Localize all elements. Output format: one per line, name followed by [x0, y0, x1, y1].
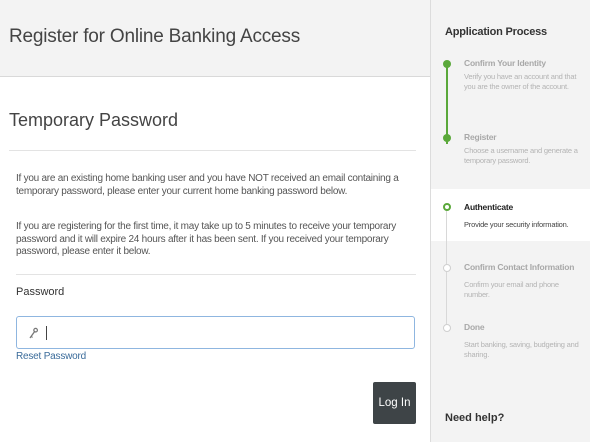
page-header: Register for Online Banking Access — [0, 0, 430, 77]
password-label: Password — [16, 286, 65, 298]
key-icon — [29, 327, 39, 339]
instruction-paragraph-1: If you are an existing home banking user… — [16, 173, 399, 197]
step-title: Confirm Your Identity — [464, 58, 546, 68]
current-step-highlight — [431, 189, 590, 241]
divider — [16, 274, 416, 275]
step-description: Choose a username and generate a tempora… — [464, 146, 578, 165]
page-title: Register for Online Banking Access — [9, 26, 301, 47]
divider — [9, 150, 416, 151]
step-title: Register — [464, 132, 497, 142]
step-pending-icon — [443, 324, 451, 332]
step-complete-icon — [443, 134, 451, 142]
text-caret — [46, 326, 47, 340]
step-description: Provide your security information. — [464, 220, 569, 229]
password-field[interactable] — [16, 316, 415, 349]
section-title: Temporary Password — [9, 110, 179, 130]
step-description: Verify you have an account and that you … — [464, 72, 577, 91]
reset-password-link[interactable]: Reset Password — [16, 351, 86, 362]
login-button[interactable]: Log In — [373, 382, 416, 424]
sidebar-title: Application Process — [445, 26, 547, 38]
progress-line-complete — [446, 63, 448, 144]
step-title: Confirm Contact Information — [464, 262, 575, 272]
step-complete-icon — [443, 60, 451, 68]
instruction-paragraph-2: If you are registering for the first tim… — [16, 221, 397, 257]
need-help-link[interactable]: Need help? — [445, 412, 504, 424]
application-process-sidebar: Application Process Confirm Your Identit… — [430, 0, 590, 442]
main-panel: Register for Online Banking Access Tempo… — [0, 0, 430, 442]
step-description: Start banking, saving, budgeting and sha… — [464, 340, 579, 359]
step-title: Done — [464, 322, 485, 332]
step-title: Authenticate — [464, 202, 514, 212]
step-current-icon — [443, 203, 451, 211]
step-description: Confirm your email and phone number. — [464, 280, 559, 299]
step-pending-icon — [443, 264, 451, 272]
